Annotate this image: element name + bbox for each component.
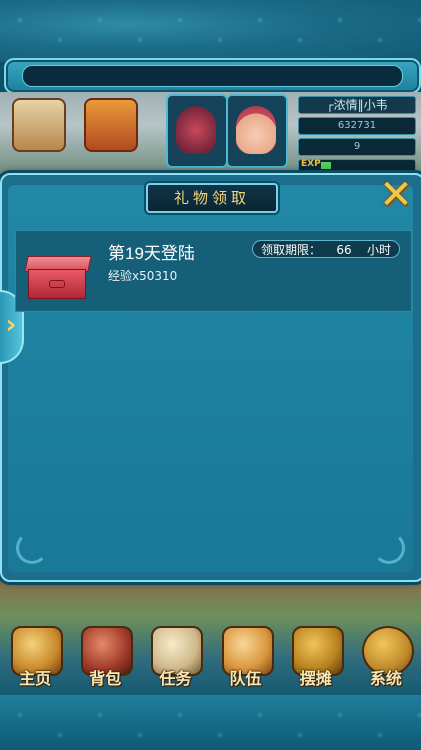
player-name: ┌浓情‖小韦 (298, 96, 416, 114)
close-x-icon: ✕ (379, 172, 413, 218)
reward-list-item[interactable]: 第19天登陆 经验x50310 领取期限： 66 小时 (15, 230, 412, 312)
nav-system-button[interactable]: 系统 (353, 620, 419, 695)
close-button[interactable]: ✕ (377, 175, 415, 215)
nav-quest-button[interactable]: 任务 (142, 620, 208, 695)
nav-stall-button[interactable]: 摆摊 (283, 620, 349, 695)
deadline-value: 66 (336, 243, 352, 257)
footer-band (0, 695, 421, 750)
deadline-label: 领取期限： (261, 243, 322, 257)
nav-label: 任务 (159, 669, 192, 688)
deadline-unit: 小时 (366, 243, 391, 257)
corner-ornament (373, 532, 405, 564)
gift-box-icon (24, 256, 92, 299)
calendar-icon[interactable] (12, 98, 66, 152)
pet-avatar[interactable] (166, 94, 228, 168)
nav-team-button[interactable]: 队伍 (213, 620, 279, 695)
nav-label: 系统 (369, 669, 402, 688)
gold-count: 632731 (298, 117, 416, 135)
level-count: 9 (298, 138, 416, 156)
dialog-title: 礼物领取 (146, 183, 278, 213)
player-stats: ┌浓情‖小韦 632731 9 EXP (298, 96, 416, 173)
nav-backpack-button[interactable]: 背包 (72, 620, 138, 695)
reward-detail: 经验x50310 (108, 269, 178, 283)
exp-bar: EXP (298, 159, 416, 173)
corner-ornament (16, 532, 48, 564)
nav-label: 队伍 (229, 669, 262, 688)
treasure-chest-icon[interactable] (84, 98, 138, 152)
top-message-bar (4, 58, 421, 94)
chevron-right-icon: › (5, 310, 17, 340)
reward-title: 第19天登陆 (108, 244, 195, 263)
background-sky (0, 0, 421, 62)
nav-label: 主页 (19, 669, 52, 688)
nav-label: 背包 (89, 669, 122, 688)
deadline-badge: 领取期限： 66 小时 (252, 240, 400, 258)
player-avatar[interactable] (226, 94, 288, 168)
nav-label: 摆摊 (299, 669, 332, 688)
bottom-nav: 主页 背包 任务 队伍 摆摊 系统 (0, 620, 421, 695)
nav-home-button[interactable]: 主页 (2, 620, 68, 695)
exp-label: EXP (301, 159, 321, 169)
